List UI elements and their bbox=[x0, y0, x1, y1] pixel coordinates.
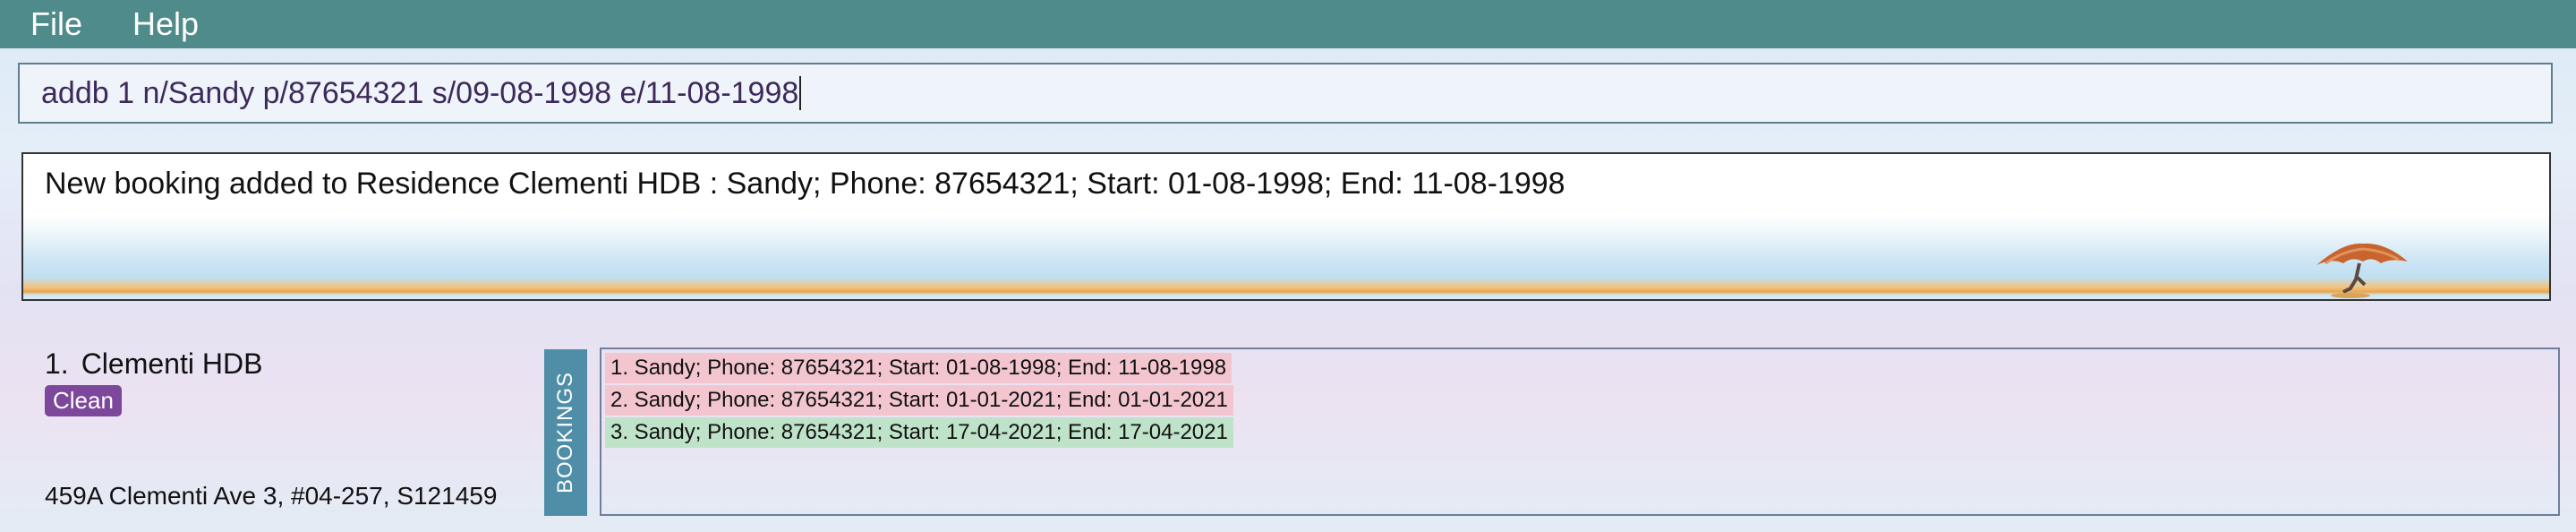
booking-item[interactable]: 2. Sandy; Phone: 87654321; Start: 01-01-… bbox=[605, 385, 1233, 416]
pavilion-tree-icon bbox=[2316, 243, 2408, 298]
residence-name: Clementi HDB bbox=[81, 348, 263, 380]
text-caret bbox=[799, 76, 802, 110]
result-message: New booking added to Residence Clementi … bbox=[45, 167, 1565, 201]
residence-title: 1. Clementi HDB bbox=[45, 348, 262, 381]
residence-card[interactable]: 1. Clementi HDB Clean 459A Clementi Ave 3… bbox=[18, 337, 2560, 519]
menu-file[interactable]: File bbox=[16, 0, 97, 48]
command-box[interactable]: addb 1 n/Sandy p/87654321 s/09-08-1998 e… bbox=[18, 63, 2553, 124]
bookings-list[interactable]: 1. Sandy; Phone: 87654321; Start: 01-08-… bbox=[600, 348, 2560, 516]
result-display: New booking added to Residence Clementi … bbox=[21, 152, 2551, 301]
status-badge: Clean bbox=[45, 385, 122, 416]
menu-help[interactable]: Help bbox=[118, 0, 213, 48]
booking-item[interactable]: 1. Sandy; Phone: 87654321; Start: 01-08-… bbox=[605, 353, 1233, 383]
bookings-label: BOOKINGS bbox=[544, 349, 587, 516]
residence-index: 1. bbox=[45, 348, 69, 380]
command-input[interactable]: addb 1 n/Sandy p/87654321 s/09-08-1998 e… bbox=[20, 64, 2551, 122]
menu-bar: File Help bbox=[0, 0, 2576, 48]
residence-address: 459A Clementi Ave 3, #04-257, S121459 bbox=[45, 482, 498, 510]
booking-item[interactable]: 3. Sandy; Phone: 87654321; Start: 17-04-… bbox=[605, 417, 1233, 448]
bookings-label-text: BOOKINGS bbox=[553, 371, 577, 494]
command-text: addb 1 n/Sandy p/87654321 s/09-08-1998 e… bbox=[41, 75, 799, 110]
